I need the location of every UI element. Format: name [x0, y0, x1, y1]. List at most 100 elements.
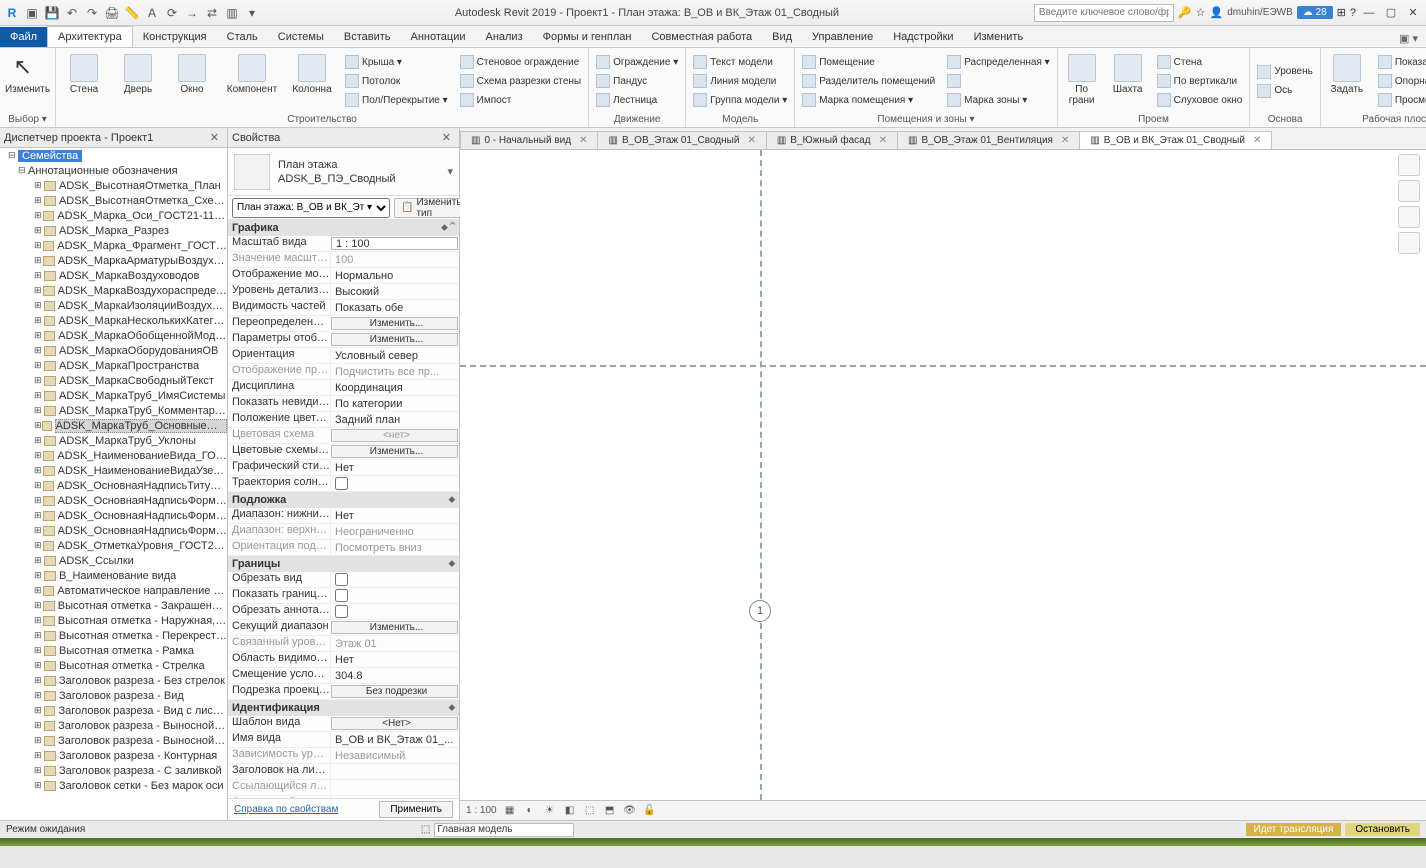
room-button[interactable]: Помещение — [799, 53, 938, 71]
tree-item[interactable]: ⊞ADSK_ОсновнаяНадписьТитул_ГОС — [0, 478, 227, 493]
tree-item[interactable]: ⊞ADSK_ОсновнаяНадписьФорма3_Г — [0, 493, 227, 508]
tree-item[interactable]: ⊞ADSK_МаркаТруб_ОсновныеОбозначения — [0, 418, 227, 433]
tree-item[interactable]: ⊞ADSK_МаркаСвободныйТекст — [0, 373, 227, 388]
tab-close-icon[interactable]: ✕ — [875, 135, 887, 146]
show-button[interactable]: Показать — [1375, 53, 1426, 71]
redo-icon[interactable]: ↷ — [84, 5, 100, 21]
grid-line-v[interactable] — [760, 150, 762, 800]
modify-button[interactable]: ↖Изменить — [4, 50, 51, 112]
tree-item[interactable]: ⊞ADSK_НаименованиеВидаУзел_ГО — [0, 463, 227, 478]
curtain-button[interactable]: Стеновое ограждение — [457, 53, 584, 71]
prop-parts[interactable]: Видимость частейПоказать обе — [228, 300, 459, 316]
tab-file[interactable]: Файл — [0, 27, 47, 47]
switch-icon[interactable]: ⇄ — [204, 5, 220, 21]
grid-line-h[interactable] — [460, 365, 1426, 367]
tab-collab[interactable]: Совместная работа — [641, 27, 762, 47]
prop-sunpath[interactable]: Траектория солнца — [228, 476, 459, 492]
reveal-icon[interactable]: 🔓 — [643, 804, 657, 818]
tree-item[interactable]: ⊞Заголовок разреза - Без стрелок — [0, 673, 227, 688]
search-input[interactable] — [1034, 4, 1174, 22]
tree-item[interactable]: ⊞ADSK_МаркаВоздухораспределите — [0, 283, 227, 298]
tree-item[interactable]: ⊞ADSK_Марка_Оси_ГОСТ21-1101-20 — [0, 208, 227, 223]
measure-icon[interactable]: 📏 — [124, 5, 140, 21]
sunpath-icon[interactable]: ☀ — [543, 804, 557, 818]
tree-item[interactable]: ⊞Заголовок разреза - Контурная — [0, 748, 227, 763]
prop-scope[interactable]: Область видимостиНет — [228, 652, 459, 668]
byface-button[interactable]: По грани — [1062, 50, 1102, 112]
component-button[interactable]: Компонент — [222, 50, 282, 112]
prop-sheettitle[interactable]: Заголовок на листе — [228, 764, 459, 780]
minimize-button[interactable]: — — [1360, 5, 1378, 21]
tree-item[interactable]: ⊞ADSK_Марка_Разрез — [0, 223, 227, 238]
column-button[interactable]: Колонна — [288, 50, 336, 112]
prop-depthclip[interactable]: Подрезка проекцииБез подрезки — [228, 684, 459, 700]
prop-colorscheme[interactable]: Цветовая схема<нет> — [228, 428, 459, 444]
view-tab[interactable]: ▥В_ОВ_Этаж 01_Вентиляция✕ — [897, 131, 1080, 149]
prop-viewrange[interactable]: Секущий диапазонИзменить... — [228, 620, 459, 636]
group-underlay[interactable]: Подложка⬥ — [228, 492, 459, 508]
tree-item[interactable]: ⊞Заголовок разреза - С заливкой — [0, 763, 227, 778]
nav-pan-icon[interactable] — [1398, 206, 1420, 228]
tree-item[interactable]: ⊞ADSK_МаркаПространства — [0, 358, 227, 373]
areab-button[interactable] — [944, 72, 1053, 90]
open-icon[interactable]: ▣ — [24, 5, 40, 21]
group-graphics[interactable]: Графика⬥ ⌃ — [228, 220, 459, 236]
tree-item[interactable]: ⊞Заголовок разреза - Выносной эле — [0, 733, 227, 748]
tree-item[interactable]: ⊞ADSK_МаркаАрматурыВоздуховод — [0, 253, 227, 268]
tree-item[interactable]: ⊞ADSK_Ссылки — [0, 553, 227, 568]
nav-wheel-icon[interactable] — [1398, 180, 1420, 202]
group-extents[interactable]: Границы⬥ — [228, 556, 459, 572]
prop-colorloc[interactable]: Положение цвето...Задний план — [228, 412, 459, 428]
view-tab[interactable]: ▥В_ОВ_Этаж 01_Сводный✕ — [597, 131, 766, 149]
crop-icon[interactable]: ⬒ — [603, 804, 617, 818]
railing-button[interactable]: Ограждение ▾ — [593, 53, 681, 71]
tab-massing[interactable]: Формы и генплан — [533, 27, 642, 47]
view-tab[interactable]: ▥0 - Начальный вид✕ — [460, 131, 598, 149]
tree-item[interactable]: ⊞Высотная отметка - Наружная, с за — [0, 613, 227, 628]
window-button[interactable]: Окно — [168, 50, 216, 112]
render-icon[interactable]: ⬚ — [583, 804, 597, 818]
maximize-button[interactable]: ▢ — [1382, 5, 1400, 21]
panel-select-label[interactable]: Выбор ▾ — [4, 112, 51, 127]
area-button[interactable]: Распределенная ▾ — [944, 53, 1053, 71]
tab-steel[interactable]: Сталь — [217, 27, 268, 47]
group-identity[interactable]: Идентификация⬥ — [228, 700, 459, 716]
tree-item[interactable]: ⊞ADSK_МаркаТруб_Уклоны — [0, 433, 227, 448]
tab-annotate[interactable]: Аннотации — [401, 27, 476, 47]
tab-systems[interactable]: Системы — [268, 27, 334, 47]
curtgrid-button[interactable]: Схема разрезки стены — [457, 72, 584, 90]
ramp-button[interactable]: Пандус — [593, 72, 681, 90]
keycheck-icon[interactable]: 🔑 — [1178, 6, 1192, 19]
tree-root[interactable]: ⊟Семейства — [0, 148, 227, 163]
tab-addins[interactable]: Надстройки — [883, 27, 963, 47]
ceiling-button[interactable]: Потолок — [342, 72, 451, 90]
dormer-button[interactable]: Слуховое окно — [1154, 91, 1246, 109]
tab-view[interactable]: Вид — [762, 27, 802, 47]
tree-category[interactable]: ⊟Аннотационные обозначения — [0, 163, 227, 178]
tree-item[interactable]: ⊞ADSK_ОсновнаяНадписьФорма5_Г — [0, 508, 227, 523]
save-icon[interactable]: 💾 — [44, 5, 60, 21]
nav-icon[interactable]: → — [184, 5, 200, 21]
tab-close-icon[interactable]: ✕ — [1057, 135, 1069, 146]
tree-item[interactable]: ⊞ADSK_ОтметкаУровня_ГОСТ21-110 — [0, 538, 227, 553]
tab-analyze[interactable]: Анализ — [475, 27, 532, 47]
tree-item[interactable]: ⊞Заголовок сетки - Без марок оси — [0, 778, 227, 793]
tab-close-icon[interactable]: ✕ — [575, 135, 587, 146]
tab-modify[interactable]: Изменить — [964, 27, 1034, 47]
roomsep-button[interactable]: Разделитель помещений — [799, 72, 938, 90]
instance-selector[interactable]: План этажа: В_ОВ и ВК_Эт ▾ — [232, 198, 390, 218]
tree-item[interactable]: ⊞Заголовок разреза - Вид с листом — [0, 703, 227, 718]
visual-style-icon[interactable]: ◐ — [523, 804, 537, 818]
sync-icon[interactable]: ⟳ — [164, 5, 180, 21]
user-icon[interactable]: 👤 — [1210, 6, 1224, 19]
prop-overrides[interactable]: Переопределения ...Изменить... — [228, 316, 459, 332]
shadows-icon[interactable]: ◧ — [563, 804, 577, 818]
tree-item[interactable]: ⊞Высотная отметка - Перекрестье — [0, 628, 227, 643]
openvert-button[interactable]: По вертикали — [1154, 72, 1246, 90]
workset-icon[interactable]: ⬚ — [421, 824, 430, 835]
tree-item[interactable]: ⊞В_Наименование вида — [0, 568, 227, 583]
tree-item[interactable]: ⊞ADSK_МаркаТруб_Комментарии — [0, 403, 227, 418]
tree-item[interactable]: ⊞ADSK_ВысотнаяОтметка_План — [0, 178, 227, 193]
prop-offset[interactable]: Смещение условн...304.8 — [228, 668, 459, 684]
areatag-button[interactable]: Марка зоны ▾ — [944, 91, 1053, 109]
